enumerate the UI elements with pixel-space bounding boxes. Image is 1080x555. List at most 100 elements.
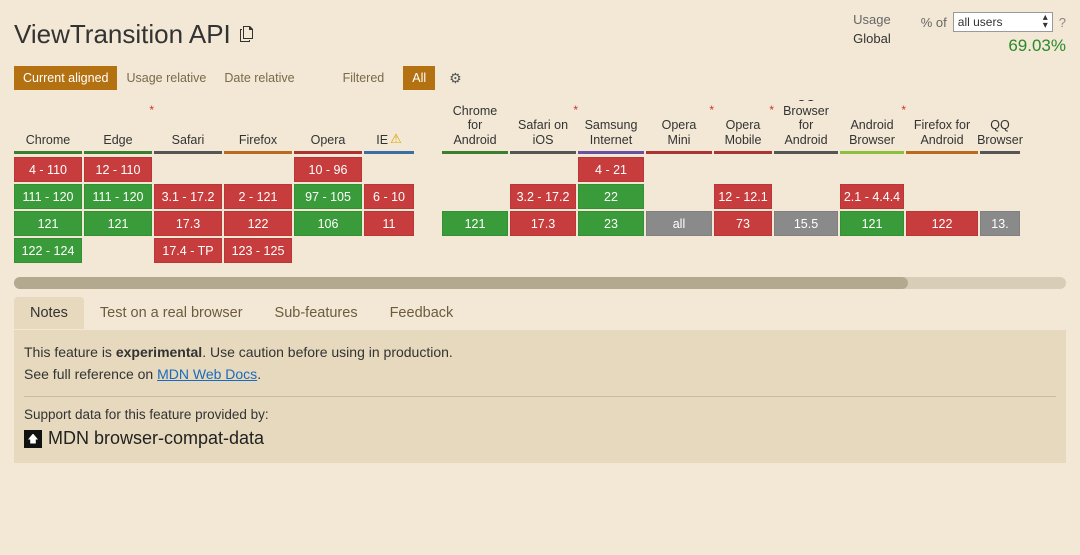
- copy-icon[interactable]: [239, 26, 255, 42]
- support-matrix: Chrome4 - 110111 - 120121122 - 124Edge*1…: [0, 100, 1080, 273]
- browser-header[interactable]: IE⚠: [364, 100, 414, 154]
- support-cell: [510, 157, 576, 182]
- filter-all-button[interactable]: All: [403, 66, 435, 90]
- browser-header[interactable]: QQ Browser: [980, 100, 1020, 154]
- global-label: Global: [853, 31, 891, 46]
- align-group: Current alignedUsage relativeDate relati…: [14, 66, 304, 90]
- support-cell[interactable]: 12 - 12.1: [714, 184, 772, 209]
- support-cell[interactable]: 6 - 10: [364, 184, 414, 209]
- support-cell[interactable]: 11: [364, 211, 414, 236]
- browser-column: Safari 3.1 - 17.217.317.4 - TP: [154, 100, 222, 265]
- support-cell: [774, 157, 838, 182]
- support-cell[interactable]: 10 - 96: [294, 157, 362, 182]
- browser-header[interactable]: Firefox for Android: [906, 100, 978, 154]
- mdn-link[interactable]: MDN Web Docs: [157, 366, 257, 382]
- browser-column: Edge* 12 - 110111 - 120121: [84, 100, 152, 265]
- tab-notes[interactable]: Notes: [14, 297, 84, 329]
- support-cell[interactable]: 17.4 - TP: [154, 238, 222, 263]
- support-cell: [154, 157, 222, 182]
- usage-label: Usage: [853, 12, 891, 27]
- support-cell: [442, 238, 508, 263]
- support-cell: [980, 157, 1020, 182]
- support-cell[interactable]: 121: [840, 211, 904, 236]
- support-cell[interactable]: 4 - 21: [578, 157, 644, 182]
- help-icon[interactable]: ?: [1059, 15, 1066, 30]
- support-cell[interactable]: 122: [224, 211, 292, 236]
- browser-header[interactable]: Android Browser*: [840, 100, 904, 154]
- notes-line1-suffix: . Use caution before using in production…: [202, 344, 453, 360]
- support-cell: [840, 238, 904, 263]
- usage-block: Usage Global % of all users ▴▾ ? 69.03%: [853, 12, 1066, 56]
- browser-header[interactable]: UC Browser for Android: [774, 100, 838, 154]
- page-title: ViewTransition API: [14, 19, 231, 50]
- pct-of-label: % of: [921, 15, 947, 30]
- support-cell[interactable]: 97 - 105: [294, 184, 362, 209]
- tab-test-on-a-real-browser[interactable]: Test on a real browser: [84, 297, 259, 329]
- support-cell[interactable]: 111 - 120: [14, 184, 82, 209]
- support-cell[interactable]: 23: [578, 211, 644, 236]
- gear-icon[interactable]: ⚙: [449, 70, 462, 87]
- mdn-source-name: MDN browser-compat-data: [48, 428, 264, 449]
- support-cell: [442, 157, 508, 182]
- provided-by-label: Support data for this feature provided b…: [24, 407, 1056, 422]
- browser-header[interactable]: Firefox: [224, 100, 292, 154]
- browser-header[interactable]: Opera: [294, 100, 362, 154]
- support-cell[interactable]: 73: [714, 211, 772, 236]
- support-cell: [906, 238, 978, 263]
- support-cell[interactable]: 12 - 110: [84, 157, 152, 182]
- support-cell[interactable]: 122: [906, 211, 978, 236]
- support-cell[interactable]: 123 - 125: [224, 238, 292, 263]
- browser-column: Android Browser* 2.1 - 4.4.4121: [840, 100, 904, 265]
- user-scope-select[interactable]: all users ▴▾: [953, 12, 1053, 32]
- support-cell[interactable]: 111 - 120: [84, 184, 152, 209]
- scroll-thumb[interactable]: [14, 277, 908, 289]
- notes-line2-prefix: See full reference on: [24, 366, 157, 382]
- support-cell[interactable]: 3.2 - 17.2: [510, 184, 576, 209]
- filtered-label: Filtered: [334, 66, 394, 90]
- support-cell[interactable]: 13.: [980, 211, 1020, 236]
- browser-header[interactable]: Chrome for Android: [442, 100, 508, 154]
- support-cell[interactable]: 22: [578, 184, 644, 209]
- support-cell: [840, 157, 904, 182]
- support-cell[interactable]: all: [646, 211, 712, 236]
- support-cell[interactable]: 106: [294, 211, 362, 236]
- browser-column: QQ Browser 13.: [980, 100, 1020, 265]
- browser-column: Firefox for Android 122: [906, 100, 978, 265]
- browser-header[interactable]: Opera Mobile*: [714, 100, 772, 154]
- browser-column: Opera Mini* all: [646, 100, 712, 265]
- align-option-date-relative[interactable]: Date relative: [215, 66, 303, 90]
- support-cell[interactable]: 3.1 - 17.2: [154, 184, 222, 209]
- tab-feedback[interactable]: Feedback: [374, 297, 470, 329]
- support-cell[interactable]: 4 - 110: [14, 157, 82, 182]
- support-cell[interactable]: 15.5: [774, 211, 838, 236]
- browser-header[interactable]: Safari on iOS*: [510, 100, 576, 154]
- support-cell: [294, 238, 362, 263]
- support-cell[interactable]: 121: [442, 211, 508, 236]
- support-cell[interactable]: 17.3: [510, 211, 576, 236]
- support-cell[interactable]: 121: [84, 211, 152, 236]
- support-cell: [442, 184, 508, 209]
- tabs: NotesTest on a real browserSub-featuresF…: [0, 297, 1080, 330]
- support-cell[interactable]: 122 - 124: [14, 238, 82, 263]
- support-cell[interactable]: 2.1 - 4.4.4: [840, 184, 904, 209]
- browser-header[interactable]: Opera Mini*: [646, 100, 712, 154]
- browser-header[interactable]: Edge*: [84, 100, 152, 154]
- support-cell: [714, 238, 772, 263]
- align-option-current-aligned[interactable]: Current aligned: [14, 66, 117, 90]
- scroll-track[interactable]: [14, 277, 1066, 289]
- align-option-usage-relative[interactable]: Usage relative: [117, 66, 215, 90]
- divider: [24, 396, 1056, 397]
- browser-column: UC Browser for Android 15.5: [774, 100, 838, 265]
- support-cell[interactable]: 2 - 121: [224, 184, 292, 209]
- notes-panel: This feature is experimental. Use cautio…: [14, 330, 1066, 463]
- support-cell[interactable]: 17.3: [154, 211, 222, 236]
- notes-line2-suffix: .: [257, 366, 261, 382]
- support-cell[interactable]: 121: [14, 211, 82, 236]
- support-cell: [646, 157, 712, 182]
- browser-header[interactable]: Safari: [154, 100, 222, 154]
- support-cell: [224, 157, 292, 182]
- browser-header[interactable]: Chrome: [14, 100, 82, 154]
- support-cell: [980, 238, 1020, 263]
- tab-sub-features[interactable]: Sub-features: [259, 297, 374, 329]
- browser-header[interactable]: Samsung Internet: [578, 100, 644, 154]
